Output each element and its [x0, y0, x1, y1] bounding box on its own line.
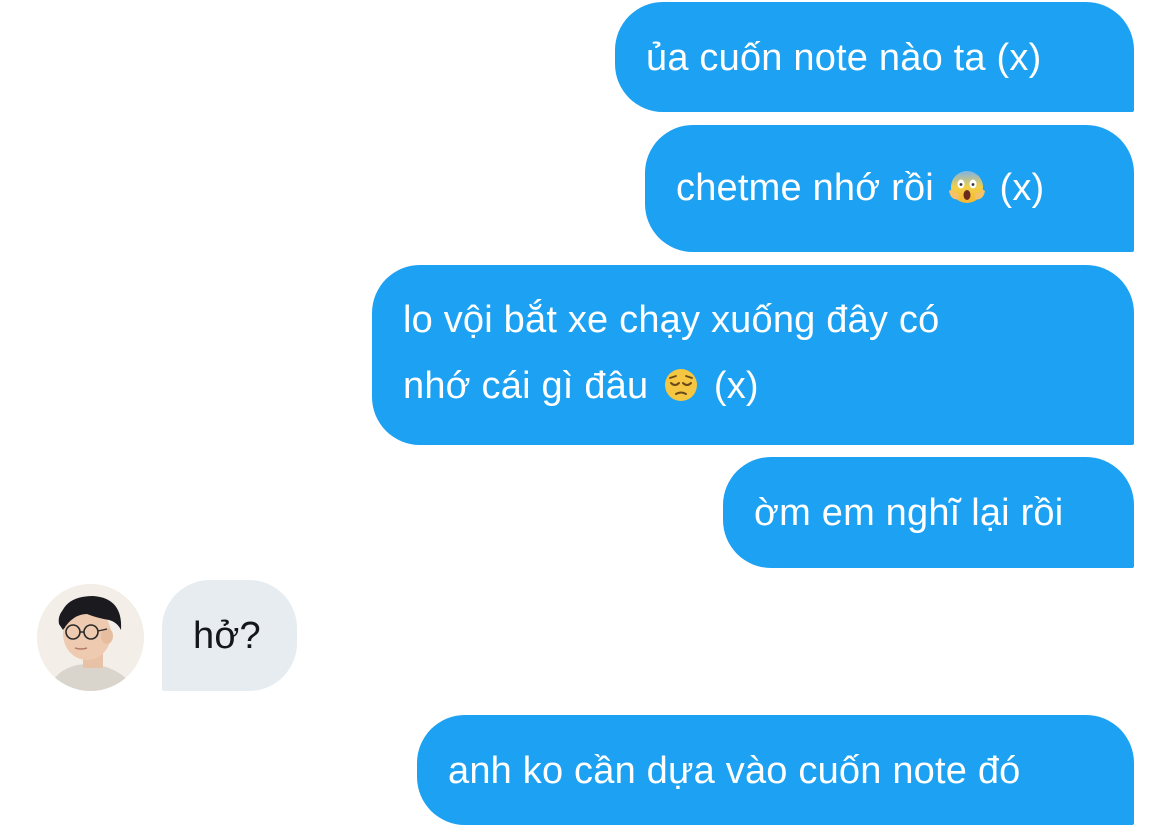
message-bubble-outgoing[interactable]: lo vội bắt xe chạy xuống đây có nhớ cái …	[372, 265, 1134, 445]
avatar[interactable]	[37, 584, 144, 691]
message-bubble-outgoing[interactable]: ờm em nghĩ lại rồi	[723, 457, 1134, 568]
message-text: (x)	[713, 365, 759, 407]
message-text-line: nhớ cái gì đâu (x)	[403, 353, 1134, 419]
message-bubble-outgoing[interactable]: anh ko cần dựa vào cuốn note đó	[417, 715, 1134, 825]
message-text: anh ko cần dựa vào cuốn note đó	[448, 750, 1021, 792]
message-text: (x)	[999, 167, 1045, 209]
message-text: ủa cuốn note nào ta (x)	[646, 37, 1042, 79]
message-text: chetme nhớ rồi	[676, 167, 934, 209]
user-photo	[37, 584, 144, 691]
message-text: hở?	[193, 615, 261, 657]
message-bubble-outgoing[interactable]: ủa cuốn note nào ta (x)	[615, 2, 1134, 112]
face-screaming-in-fear-icon	[948, 171, 985, 203]
message-bubble-incoming[interactable]: hở?	[162, 580, 297, 691]
message-text-line: lo vội bắt xe chạy xuống đây có	[403, 299, 940, 341]
message-bubble-outgoing[interactable]: chetme nhớ rồi (x)	[645, 125, 1134, 252]
message-text: nhớ cái gì đâu	[403, 365, 649, 407]
pensive-face-icon	[665, 369, 698, 401]
message-text: ờm em nghĩ lại rồi	[754, 492, 1064, 534]
